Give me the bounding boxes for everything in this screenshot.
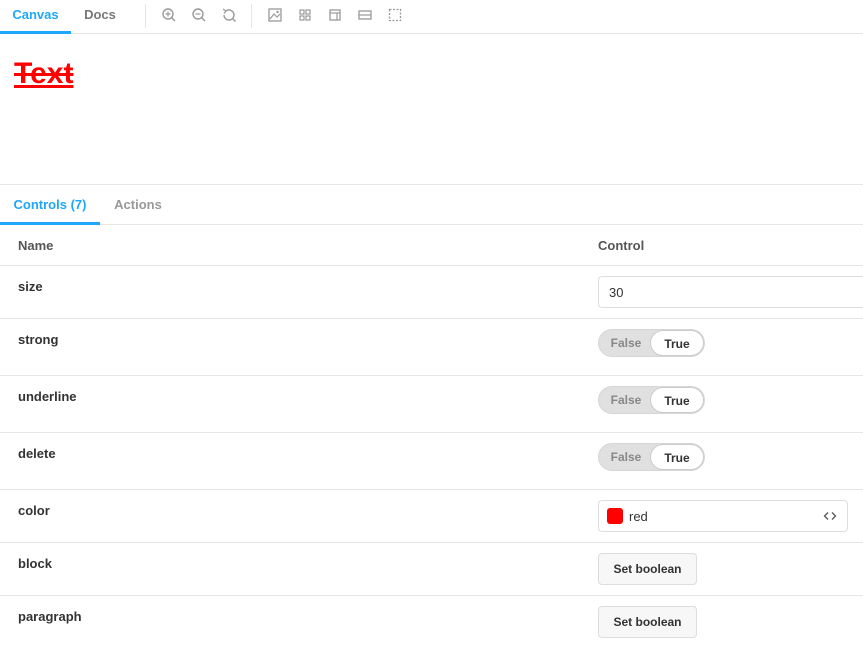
- toolbar-divider: [145, 4, 146, 28]
- code-toggle-icon[interactable]: [823, 509, 837, 523]
- color-value: red: [629, 509, 648, 524]
- color-swatch[interactable]: [607, 508, 623, 524]
- control-name: block: [18, 556, 52, 571]
- addons-tabbar: Controls (7) Actions: [0, 184, 863, 225]
- size-number-input[interactable]: [598, 276, 863, 308]
- toggle-true-option[interactable]: True: [650, 387, 704, 413]
- control-name: delete: [18, 446, 56, 461]
- column-header-control: Control: [598, 238, 645, 253]
- toggle-false-option[interactable]: False: [601, 330, 651, 356]
- delete-boolean-toggle[interactable]: False True: [598, 443, 705, 471]
- paragraph-set-boolean-button[interactable]: Set boolean: [598, 606, 697, 638]
- control-name: underline: [18, 389, 77, 404]
- preview-toolbar: Canvas Docs: [0, 0, 863, 34]
- viewport-icon[interactable]: [327, 7, 343, 23]
- tab-docs[interactable]: Docs: [71, 0, 129, 34]
- control-row-block: block Set boolean: [0, 543, 863, 596]
- control-row-color: color red: [0, 490, 863, 543]
- controls-table-header: Name Control: [0, 225, 863, 266]
- strong-boolean-toggle[interactable]: False True: [598, 329, 705, 357]
- control-row-underline: underline False True: [0, 376, 863, 433]
- grid-icon[interactable]: [297, 7, 313, 23]
- canvas-preview: Text: [0, 35, 863, 184]
- tab-controls[interactable]: Controls (7): [0, 185, 100, 225]
- outline-icon[interactable]: [387, 7, 403, 23]
- toggle-false-option[interactable]: False: [601, 387, 651, 413]
- control-row-size: size: [0, 266, 863, 319]
- zoom-in-icon[interactable]: [161, 7, 177, 23]
- block-set-boolean-button[interactable]: Set boolean: [598, 553, 697, 585]
- zoom-reset-icon[interactable]: [221, 7, 237, 23]
- toggle-true-option[interactable]: True: [650, 330, 704, 356]
- underline-boolean-toggle[interactable]: False True: [598, 386, 705, 414]
- background-icon[interactable]: [267, 7, 283, 23]
- control-name: strong: [18, 332, 59, 347]
- control-name: color: [18, 503, 50, 518]
- measure-icon[interactable]: [357, 7, 373, 23]
- control-row-delete: delete False True: [0, 433, 863, 490]
- control-name: paragraph: [18, 609, 82, 624]
- tab-actions[interactable]: Actions: [100, 185, 176, 225]
- preview-text: Text: [14, 57, 74, 90]
- toggle-false-option[interactable]: False: [601, 444, 651, 470]
- column-header-name: Name: [18, 238, 54, 253]
- control-row-strong: strong False True: [0, 319, 863, 376]
- zoom-out-icon[interactable]: [191, 7, 207, 23]
- control-name: size: [18, 279, 43, 294]
- control-row-paragraph: paragraph Set boolean: [0, 596, 863, 649]
- color-input[interactable]: red: [598, 500, 848, 532]
- tab-canvas[interactable]: Canvas: [0, 0, 71, 34]
- toolbar-divider: [251, 4, 252, 28]
- toggle-true-option[interactable]: True: [650, 444, 704, 470]
